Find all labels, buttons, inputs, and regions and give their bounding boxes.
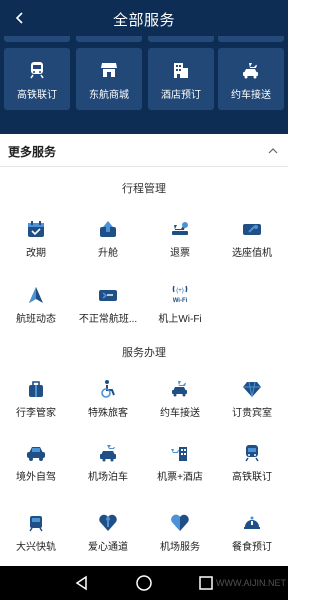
service-label: 约车接送: [160, 408, 200, 419]
nav-back-icon[interactable]: [72, 573, 92, 593]
service-label: 境外自驾: [16, 472, 56, 483]
train-icon: [30, 62, 44, 79]
service-refund[interactable]: 退票: [144, 218, 216, 268]
service-wifi[interactable]: (+) Wi-Fi 机上Wi-Fi: [144, 284, 216, 334]
service-label: 不正常航班...: [78, 314, 138, 325]
service-care-channel[interactable]: 爱心通道: [72, 512, 144, 562]
service-label: 大兴快轨: [16, 542, 56, 553]
service-label: 特殊旅客: [88, 408, 128, 419]
service-irregular-flight[interactable]: 不正常航班...: [72, 284, 144, 334]
service-luggage[interactable]: 行李管家: [0, 378, 72, 428]
seat-checkin-icon: [243, 224, 261, 235]
card-edge: [148, 36, 214, 42]
flight-hotel-icon: [171, 447, 187, 461]
card-edge: [4, 36, 70, 42]
service-vip-lounge[interactable]: 订贵宾室: [216, 378, 288, 428]
service-label: 餐食预订: [232, 542, 272, 553]
care-icon: [99, 514, 117, 531]
shop-icon: [101, 63, 117, 77]
service-label: 机上Wi-Fi: [158, 314, 202, 325]
wheelchair-icon: [101, 380, 115, 398]
luggage-icon: [29, 381, 43, 397]
chevron-up-icon[interactable]: [266, 144, 280, 158]
service-special-passenger[interactable]: 特殊旅客: [72, 378, 144, 428]
section-title: 服务办理: [122, 347, 166, 359]
wifi-icon-text: Wi-Fi: [173, 298, 188, 304]
service-label: 行李管家: [16, 408, 56, 419]
service-label: 高铁联订: [232, 472, 272, 483]
quick-service-hotel[interactable]: 酒店预订: [148, 48, 214, 110]
quick-service-label: 高铁联订: [17, 90, 57, 101]
calendar-icon: [28, 221, 44, 237]
heart-icon: [171, 514, 189, 531]
meal-icon: [244, 516, 260, 529]
quick-service-shop[interactable]: 东航商城: [76, 48, 142, 110]
quick-service-label: 约车接送: [231, 90, 271, 101]
card-edge: [218, 36, 284, 42]
service-label: 升舱: [98, 248, 118, 259]
car-icon: [27, 447, 45, 461]
service-label: 爱心通道: [88, 542, 128, 553]
service-meal-booking[interactable]: 餐食预订: [216, 512, 288, 562]
flight-status-icon: [29, 287, 43, 303]
nav-home-icon[interactable]: [134, 573, 154, 593]
svg-text:(+): (+): [176, 288, 184, 294]
parking-icon: [100, 445, 116, 462]
irregular-flight-icon: [99, 290, 117, 301]
service-label: 机场服务: [160, 542, 200, 553]
service-label: 订贵宾室: [232, 408, 272, 419]
service-airport-parking[interactable]: 机场泊车: [72, 442, 144, 492]
more-services-title: 更多服务: [8, 145, 57, 159]
upgrade-icon: [100, 221, 116, 237]
service-label: 退票: [170, 248, 190, 259]
quick-services: 高铁联订 东航商城 酒店预订 约车接送: [0, 48, 288, 112]
refund-icon: [172, 222, 188, 235]
page-title: 全部服务: [112, 12, 175, 29]
quick-service-car[interactable]: 约车接送: [218, 48, 284, 110]
service-reschedule[interactable]: 改期: [0, 218, 72, 268]
header-area: 全部服务 高铁联订 东航商城 酒店预订 约车接送: [0, 0, 288, 134]
service-label: 机票+酒店: [157, 472, 203, 483]
service-upgrade[interactable]: 升舱: [72, 218, 144, 268]
hotel-icon: [174, 63, 188, 78]
diamond-icon: [243, 381, 261, 398]
card-edge: [76, 36, 142, 42]
wifi-icon: (+) Wi-Fi: [173, 285, 188, 304]
scrolled-row-edge: [0, 36, 288, 44]
service-overseas-drive[interactable]: 境外自驾: [0, 442, 72, 492]
service-car-transfer[interactable]: 约车接送: [144, 378, 216, 428]
service-label: 改期: [26, 248, 46, 259]
car-plane-icon: [243, 63, 258, 79]
service-flight-status[interactable]: 航班动态: [0, 284, 72, 334]
service-airport-service[interactable]: 机场服务: [144, 512, 216, 562]
section-title: 行程管理: [122, 183, 166, 195]
more-services-panel: 更多服务 行程管理 改期 升舱 退票 选座值机 航班动态 不正常航班... (+…: [0, 134, 288, 566]
divider: [0, 166, 288, 167]
car-plane-icon: [172, 381, 187, 397]
metro-icon: [29, 516, 43, 532]
train-icon: [245, 445, 259, 462]
nav-recents-icon[interactable]: [196, 573, 216, 593]
title-bar: 全部服务: [0, 0, 288, 36]
watermark: WWW.AIJIN.NET: [216, 578, 286, 588]
service-seat-checkin[interactable]: 选座值机: [216, 218, 288, 268]
service-daxing-express[interactable]: 大兴快轨: [0, 512, 72, 562]
service-label: 选座值机: [232, 248, 272, 259]
quick-service-train[interactable]: 高铁联订: [4, 48, 70, 110]
quick-service-label: 酒店预订: [161, 90, 201, 101]
service-train-booking[interactable]: 高铁联订: [216, 442, 288, 492]
quick-service-label: 东航商城: [89, 90, 129, 101]
service-flight-hotel[interactable]: 机票+酒店: [144, 442, 216, 492]
service-label: 机场泊车: [88, 472, 128, 483]
service-label: 航班动态: [16, 314, 56, 325]
